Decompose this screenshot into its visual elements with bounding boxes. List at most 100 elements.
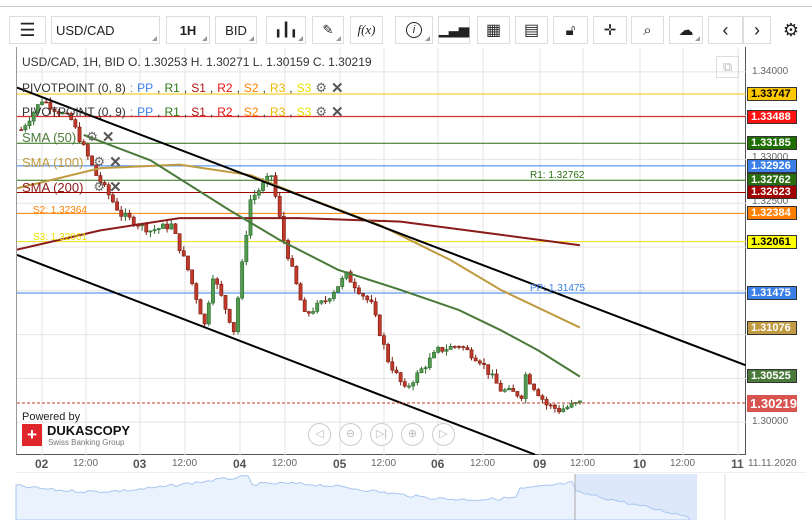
nav-zoom-out-button[interactable]: ⊖ <box>339 423 362 446</box>
candle-body <box>507 388 511 391</box>
candle-body <box>402 381 407 387</box>
triangle-left-icon: ◁ <box>315 428 324 440</box>
candle-body <box>515 391 520 397</box>
pivot-key: R2 <box>217 105 233 119</box>
candle-body <box>477 360 482 364</box>
candle-body <box>244 235 249 263</box>
candle-body <box>336 286 340 293</box>
indicator-name: SMA (100) <box>22 154 84 170</box>
popout-button[interactable]: ⧉ <box>716 56 739 78</box>
price-tag: 1.32623 <box>747 185 797 200</box>
gear-icon[interactable]: ⚙ <box>315 104 327 120</box>
brand-sub: Swiss Banking Group <box>48 438 125 447</box>
gear-icon[interactable]: ⚙ <box>93 154 105 170</box>
candle-body <box>202 313 207 325</box>
price-tag: 1.33185 <box>747 136 797 151</box>
candle-body <box>181 250 186 257</box>
pivot-key: R3 <box>269 81 286 95</box>
nav-end-button[interactable]: ▷| <box>370 423 393 446</box>
pivot-indicator-row[interactable]: PIVOTPOINT (0, 9) : PP, R1, S1, R2, S2, R3, S3… <box>22 103 344 121</box>
candle-body <box>519 395 524 399</box>
pivot-key: S2 <box>243 105 259 119</box>
candle-body <box>269 175 274 177</box>
time-label: 06 <box>431 457 445 471</box>
candle-body <box>127 212 132 218</box>
candle-body <box>194 283 199 300</box>
candle-body <box>448 345 453 350</box>
candle-body <box>502 389 507 392</box>
candle-body <box>119 209 124 217</box>
candle-body <box>490 373 495 376</box>
candle-body <box>544 399 549 406</box>
candle-body <box>323 300 328 303</box>
candle-body <box>411 382 416 387</box>
time-label: 12:00 <box>570 458 596 469</box>
powered-by: Powered by <box>22 411 81 423</box>
gear-icon[interactable]: ⚙ <box>93 179 105 195</box>
close-icon[interactable]: ✕ <box>102 128 115 146</box>
close-icon[interactable]: ✕ <box>331 103 344 121</box>
pivot-key: R3 <box>269 105 286 119</box>
time-label: 02 <box>35 457 49 471</box>
nav-zoom-in-button[interactable]: ⊕ <box>401 423 424 446</box>
candle-body <box>115 201 119 211</box>
price-tag: 1.32926 <box>747 158 797 173</box>
candle-body <box>327 298 332 302</box>
navigator-panel[interactable] <box>16 472 806 520</box>
candle-body <box>261 182 265 191</box>
candle-body <box>144 223 149 233</box>
s2-label: S2: 1.32364 <box>33 205 87 216</box>
close-icon[interactable]: ✕ <box>331 79 344 97</box>
candle-body <box>436 346 441 353</box>
sma-indicator-row[interactable]: SMA (50) ⚙ ✕ <box>22 128 114 146</box>
candle-body <box>536 389 541 397</box>
candle-body <box>482 362 486 365</box>
close-icon[interactable]: ✕ <box>109 153 122 171</box>
axis-label: 1.34000 <box>752 66 789 77</box>
pivot-indicator-row[interactable]: PIVOTPOINT (0, 8) : PP, R1, S1, R2, S2, R3, S3… <box>22 79 344 97</box>
candle-body <box>548 404 553 407</box>
candle-body <box>256 190 261 196</box>
time-label: 03 <box>133 457 147 471</box>
price-tag: 1.31076 <box>747 320 797 335</box>
zoom-out-icon: ⊖ <box>345 428 356 440</box>
r1-label: R1: 1.32762 <box>530 170 585 181</box>
candle-body <box>131 216 136 226</box>
candle-body <box>281 216 286 241</box>
candle-body <box>565 406 570 410</box>
candle-body <box>252 194 257 201</box>
brand-name: DUKASCOPY <box>47 423 131 438</box>
gear-icon[interactable]: ⚙ <box>315 80 327 96</box>
pivot-key: S3 <box>296 81 312 95</box>
candle-body <box>331 291 336 299</box>
candle-body <box>173 223 178 234</box>
sma-indicator-row[interactable]: SMA (100) ⚙ ✕ <box>22 153 122 171</box>
candle-body <box>557 408 561 413</box>
candle-body <box>361 293 365 297</box>
candle-body <box>452 345 457 348</box>
candle-body <box>532 383 536 390</box>
candle-body <box>277 196 282 217</box>
gear-icon[interactable]: ⚙ <box>86 129 98 145</box>
candle-body <box>319 300 324 304</box>
last-price-tag: 1.30219 <box>747 394 797 412</box>
nav-back-button[interactable]: ◁ <box>308 423 331 446</box>
time-label: 10 <box>633 457 647 471</box>
pivot-key: S3 <box>296 105 312 119</box>
candle-body <box>494 373 499 384</box>
candle-body <box>444 349 449 352</box>
nav-forward-button[interactable]: ▷ <box>432 423 455 446</box>
candle-body <box>377 314 382 336</box>
sma-indicator-row[interactable]: SMA (200) ⚙ ✕ <box>22 178 122 196</box>
close-icon[interactable]: ✕ <box>109 178 122 196</box>
candle-body <box>365 295 370 301</box>
candle-body <box>290 258 295 267</box>
time-label: 09 <box>533 457 547 471</box>
s3-label: S3: 1.32061 <box>33 232 87 243</box>
pivot-key: R1 <box>164 105 180 119</box>
candle-body <box>215 278 220 285</box>
candle-body <box>440 346 445 352</box>
candle-body <box>423 367 428 370</box>
candle-body <box>427 357 432 368</box>
candle-body <box>473 357 478 362</box>
